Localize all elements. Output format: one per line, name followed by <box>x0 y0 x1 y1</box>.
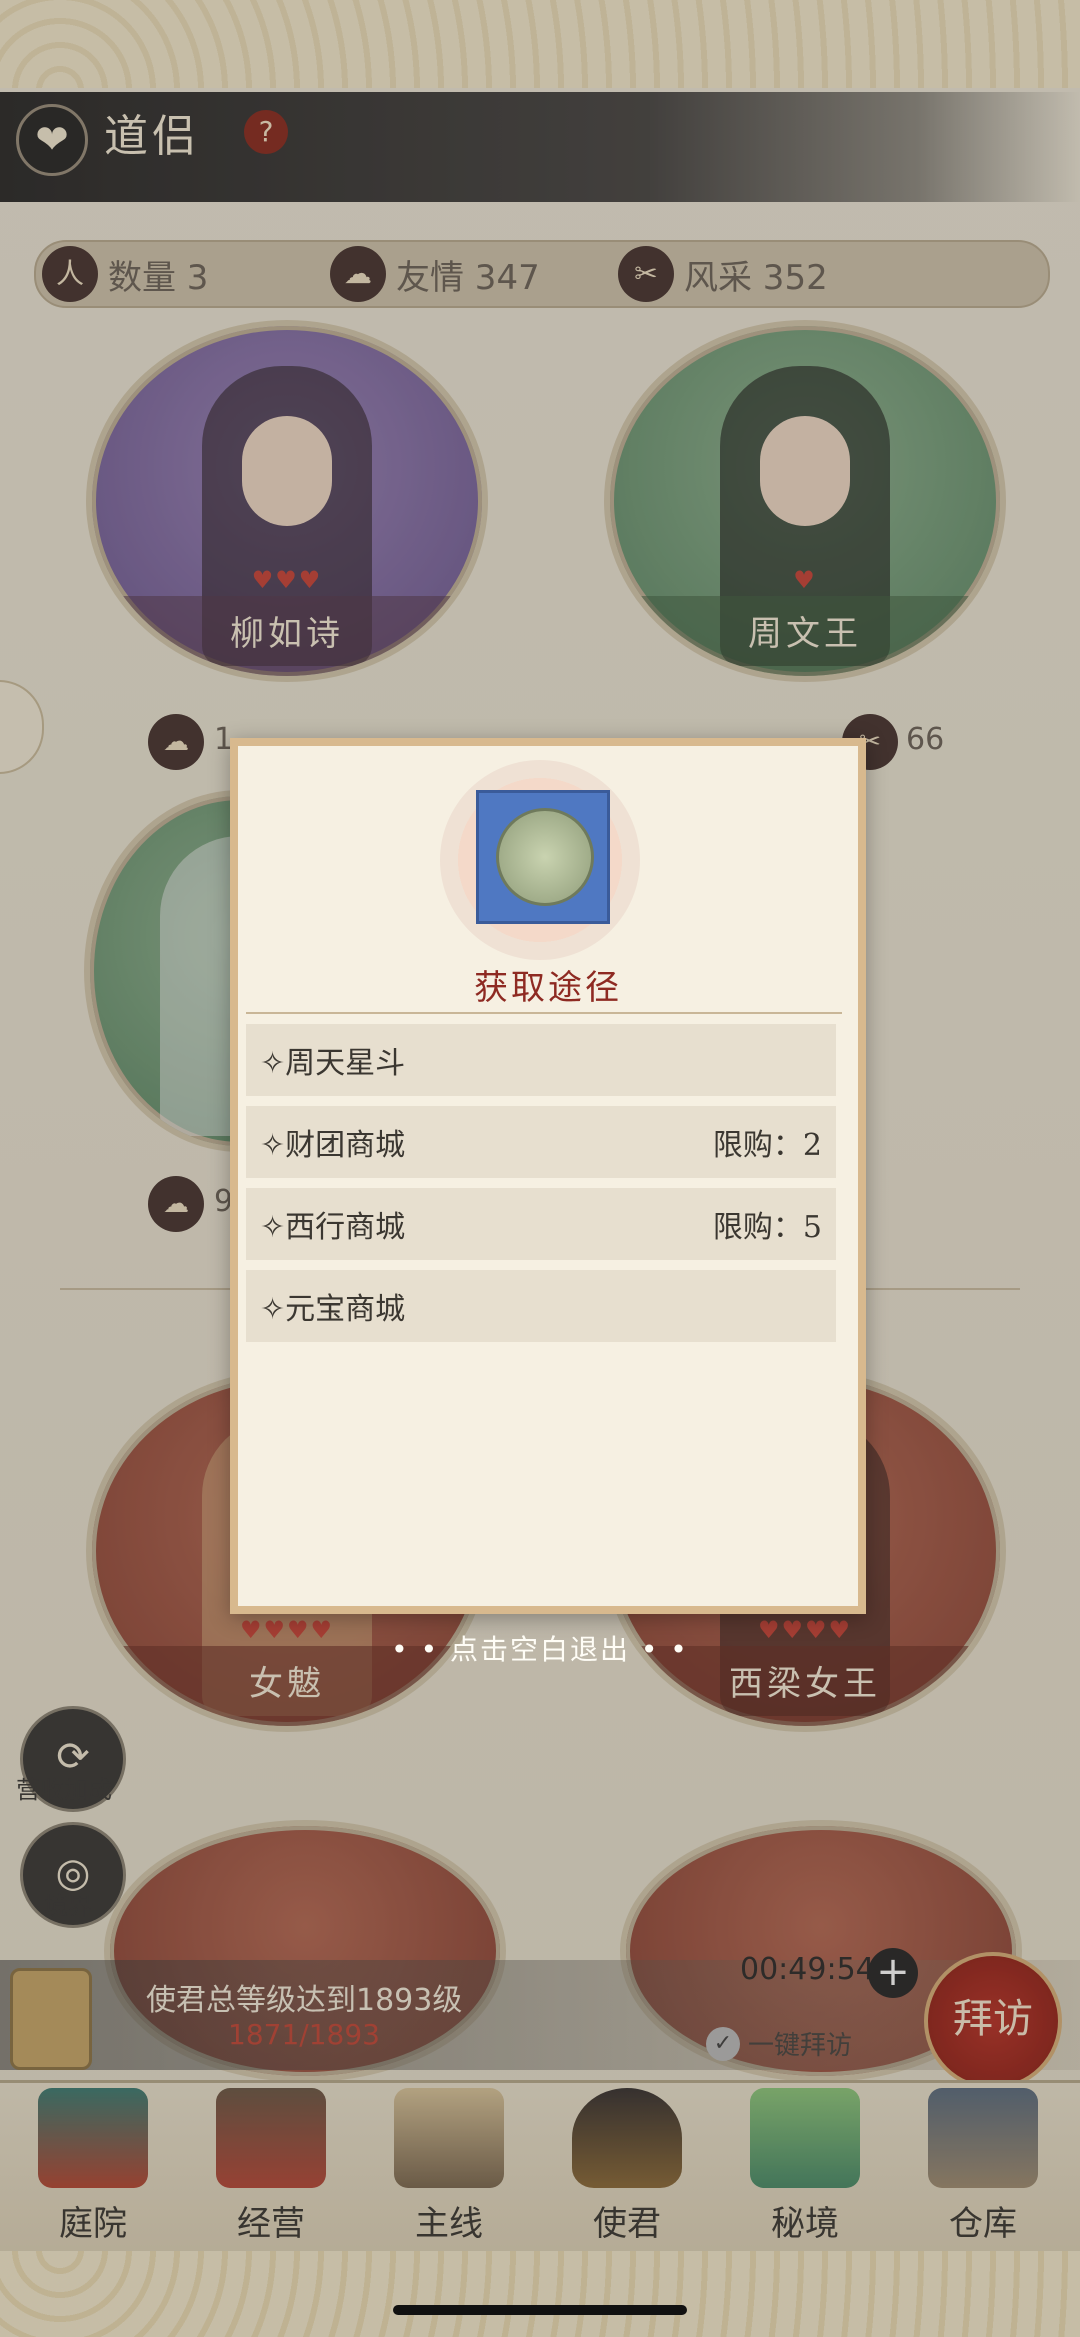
route-name: ✧元宝商城 <box>260 1292 406 1327</box>
route-name: ✧周天星斗 <box>260 1046 406 1081</box>
jade-coin-icon <box>496 808 594 906</box>
route-item[interactable]: ✧元宝商城 <box>246 1270 836 1342</box>
home-indicator[interactable] <box>393 2305 687 2315</box>
route-limit: 限购：2 <box>712 1128 822 1163</box>
route-limit: 限购：5 <box>712 1210 822 1245</box>
route-item[interactable]: ✧财团商城 限购：2 <box>246 1106 836 1178</box>
route-name: ✧西行商城 <box>260 1210 406 1245</box>
popup-title: 获取途径 <box>474 968 622 1008</box>
popup-divider <box>246 1012 842 1014</box>
route-item[interactable]: ✧西行商城 限购：5 <box>246 1188 836 1260</box>
route-name: ✧财团商城 <box>260 1128 406 1163</box>
route-item[interactable]: ✧周天星斗 <box>246 1024 836 1096</box>
exit-hint: • • 点击空白退出 • • <box>391 1633 689 1666</box>
